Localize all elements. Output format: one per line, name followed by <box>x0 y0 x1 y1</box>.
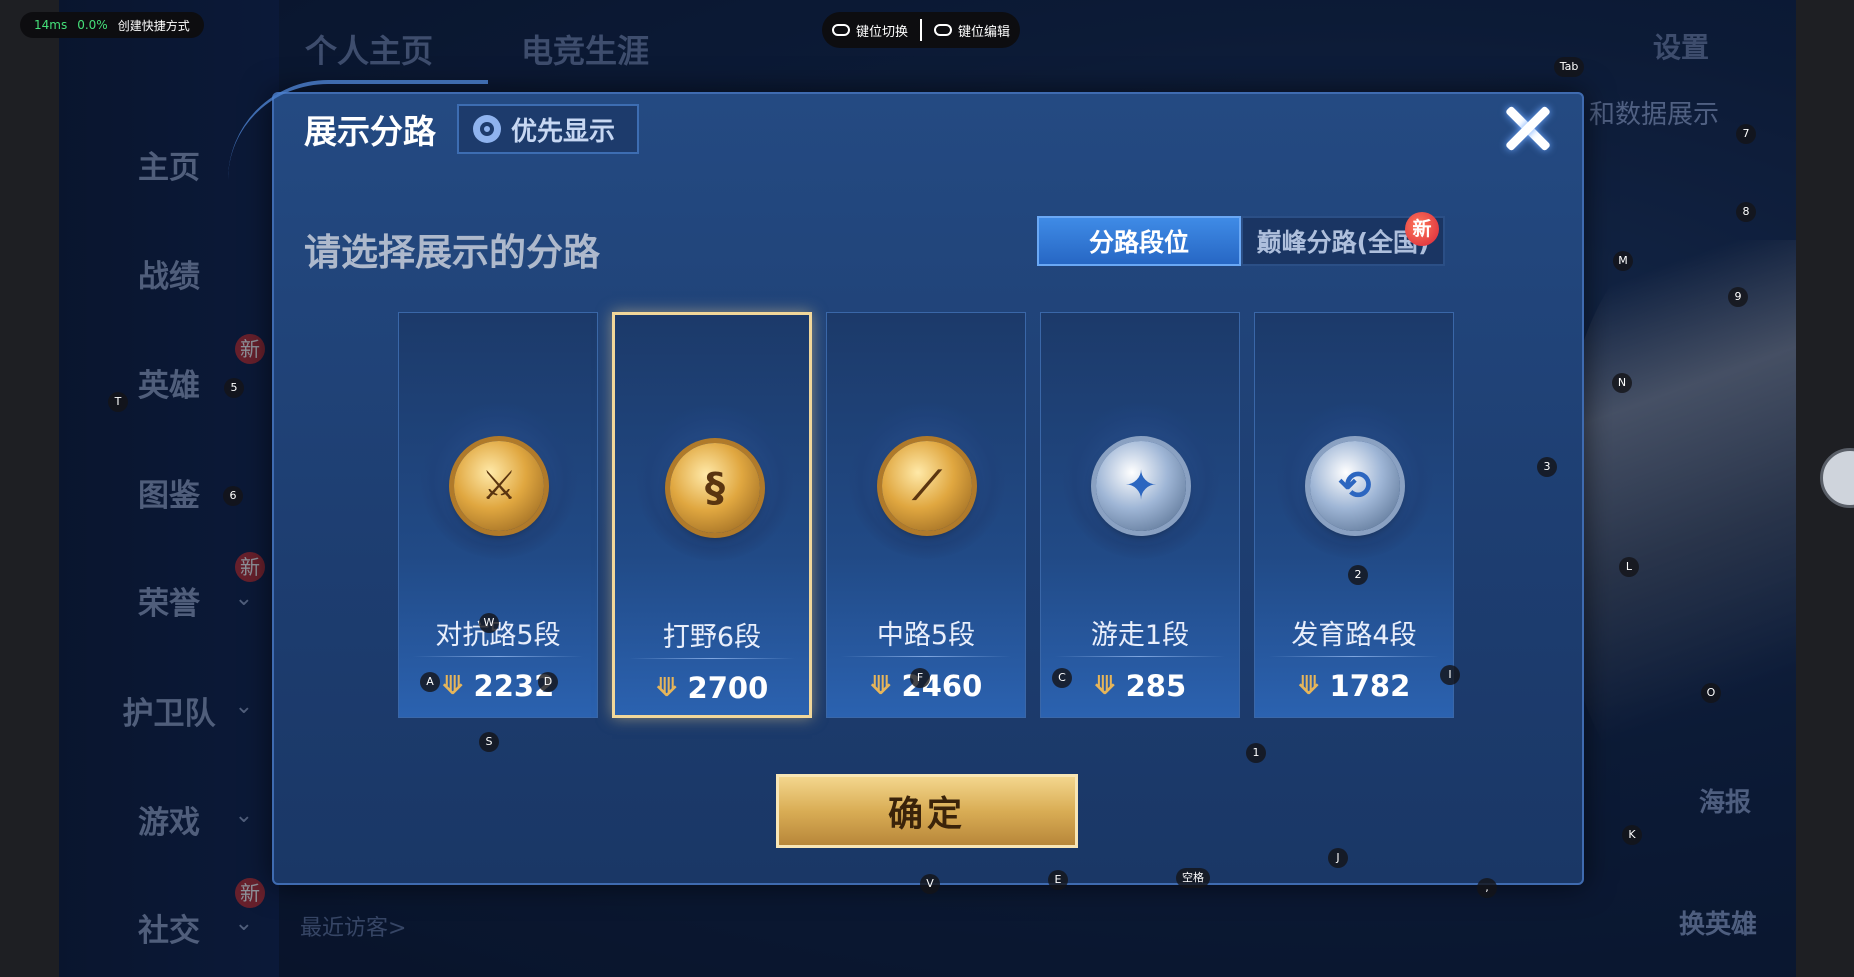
key-marker: 1 <box>1246 743 1266 763</box>
rank-score-icon: ⟱ <box>1297 671 1320 701</box>
key-marker: , <box>1477 878 1497 898</box>
key-marker: Tab <box>1554 57 1584 77</box>
key-marker: O <box>1701 683 1721 703</box>
lane-card-top[interactable]: ⚔ 对抗路5段 ⟱ 2232 <box>398 312 598 718</box>
dialog-title: 展示分路 <box>304 112 436 151</box>
new-badge: 新 <box>235 552 265 582</box>
side-float-button[interactable] <box>1820 448 1854 508</box>
sidebar-item-home[interactable]: 主页 <box>59 142 279 187</box>
key-marker: A <box>420 672 440 692</box>
key-switch-label: 键位切换 <box>856 24 909 40</box>
key-mapping-bar: 键位切换 键位编辑 <box>822 12 1021 48</box>
chevron-down-icon: ⌄ <box>234 586 253 611</box>
change-hero-button[interactable]: 换英雄 <box>1679 904 1757 941</box>
sidebar-item-gallery[interactable]: 图鉴 <box>59 470 279 515</box>
rank-score-icon: ⟱ <box>1093 671 1116 701</box>
close-icon[interactable] <box>1496 98 1558 160</box>
chevron-down-icon: ⌄ <box>234 694 253 719</box>
hero-model-decoration <box>1556 240 1796 800</box>
sidebar-item-records[interactable]: 战绩 <box>59 251 279 296</box>
sidebar: 主页 战绩 英雄 新 图鉴 荣誉 新 ⌄ 护卫队 ⌄ 游戏 ⌄ 社交 新 ⌄ <box>59 0 279 977</box>
chevron-down-icon: ⌄ <box>234 911 253 936</box>
key-switch-button[interactable]: 键位切换 <box>832 21 908 40</box>
lane-score: 1782 <box>1329 669 1411 703</box>
tab-lane-rank[interactable]: 分路段位 <box>1037 216 1241 266</box>
select-lane-prompt: 请选择展示的分路 <box>304 231 600 274</box>
confirm-button[interactable]: 确定 <box>776 774 1078 848</box>
lane-card-jungle[interactable]: § 打野6段 ⟱ 2700 <box>612 312 812 718</box>
lane-name: 中路5段 <box>876 620 976 651</box>
key-marker: L <box>1619 557 1639 577</box>
data-display-label: 和数据展示 <box>1589 100 1720 130</box>
key-marker: F <box>910 668 930 688</box>
sidebar-item-heroes[interactable]: 英雄 <box>59 360 279 405</box>
new-badge: 新 <box>235 878 265 908</box>
key-marker: M <box>1613 251 1633 271</box>
key-marker: I <box>1440 665 1460 685</box>
lane-card-roam[interactable]: ✦ 游走1段 ⟱ 285 <box>1040 312 1240 718</box>
priority-display-button[interactable]: 优先显示 <box>457 104 639 154</box>
rank-score-icon: ⟱ <box>441 671 464 701</box>
new-badge: 新 <box>235 334 265 364</box>
rank-score-icon: ⟱ <box>655 673 678 703</box>
key-marker: D <box>538 672 558 692</box>
key-marker: 3 <box>1537 457 1557 477</box>
priority-display-label: 优先显示 <box>511 116 616 147</box>
key-marker: C <box>1052 668 1072 688</box>
key-marker: 5 <box>224 378 244 398</box>
rank-score-icon: ⟱ <box>869 671 892 701</box>
tab-personal-home[interactable]: 个人主页 <box>305 26 433 72</box>
gamepad-icon <box>832 24 850 36</box>
lane-tabs: 分路段位 巅峰分路(全国) 新 <box>1037 212 1445 266</box>
key-edit-button[interactable]: 键位编辑 <box>934 21 1010 40</box>
key-marker: 空格 <box>1176 868 1210 888</box>
staff-emblem-icon: ⟋ <box>882 441 972 531</box>
key-marker: W <box>479 613 499 633</box>
lane-card-mid[interactable]: ⟋ 中路5段 ⟱ 2460 <box>826 312 1026 718</box>
lane-score: 2700 <box>687 671 769 705</box>
lane-name: 发育路4段 <box>1291 620 1417 651</box>
key-marker: J <box>1328 848 1348 868</box>
poster-button[interactable]: 海报 <box>1699 782 1751 819</box>
key-marker: N <box>1612 373 1632 393</box>
tab-esports-career[interactable]: 电竞生涯 <box>521 26 649 72</box>
key-marker: V <box>920 874 940 894</box>
key-marker: S <box>479 732 499 752</box>
lane-score: 285 <box>1125 669 1187 703</box>
dragon-emblem-icon: § <box>670 443 760 533</box>
lane-card-farm[interactable]: ⟲ 发育路4段 ⟱ 1782 <box>1254 312 1454 718</box>
key-marker: 7 <box>1736 124 1756 144</box>
tab-peak-lane-national[interactable]: 巅峰分路(全国) 新 <box>1241 212 1445 266</box>
sword-emblem-icon: ⚔ <box>454 441 544 531</box>
key-marker: 9 <box>1728 287 1748 307</box>
lane-name: 游走1段 <box>1090 620 1190 651</box>
key-marker: T <box>108 392 128 412</box>
wing-emblem-icon: ✦ <box>1096 441 1186 531</box>
key-edit-label: 键位编辑 <box>958 24 1011 40</box>
key-marker: 6 <box>223 486 243 506</box>
key-marker: E <box>1048 870 1068 890</box>
new-badge: 新 <box>1405 212 1439 246</box>
recent-visitors-link[interactable]: 最近访客> <box>300 910 406 942</box>
chevron-down-icon: ⌄ <box>234 803 253 828</box>
key-marker: 2 <box>1348 565 1368 585</box>
lane-name: 打野6段 <box>662 622 762 653</box>
status-pill: 14ms 0.0% 创建快捷方式 <box>20 12 204 38</box>
key-marker: K <box>1622 825 1642 845</box>
percent-text: 0.0% <box>77 18 108 32</box>
arrow-emblem-icon: ⟲ <box>1310 441 1400 531</box>
gamepad-icon <box>934 24 953 36</box>
create-shortcut-link[interactable]: 创建快捷方式 <box>118 17 190 34</box>
settings-button[interactable]: 设置 <box>1653 26 1709 66</box>
keybar-divider <box>920 19 923 41</box>
latency-text: 14ms <box>34 18 68 32</box>
gear-icon <box>473 115 501 143</box>
key-marker: 8 <box>1736 202 1756 222</box>
